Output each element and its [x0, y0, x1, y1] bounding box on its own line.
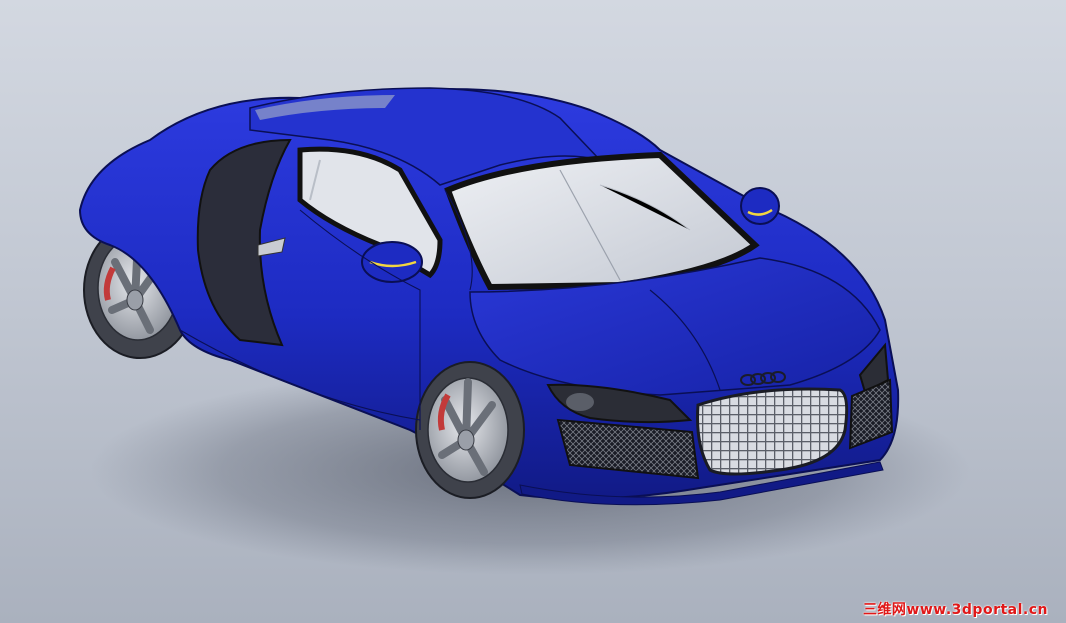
right-mirror — [740, 187, 780, 225]
watermark-text: 三维网www.3dportal.cn — [862, 602, 1048, 618]
front-wheel — [415, 361, 525, 499]
car-model-render[interactable] — [0, 0, 1066, 623]
cad-viewport[interactable]: 三维网www.3dportal.cn — [0, 0, 1066, 623]
windshield — [444, 151, 760, 291]
